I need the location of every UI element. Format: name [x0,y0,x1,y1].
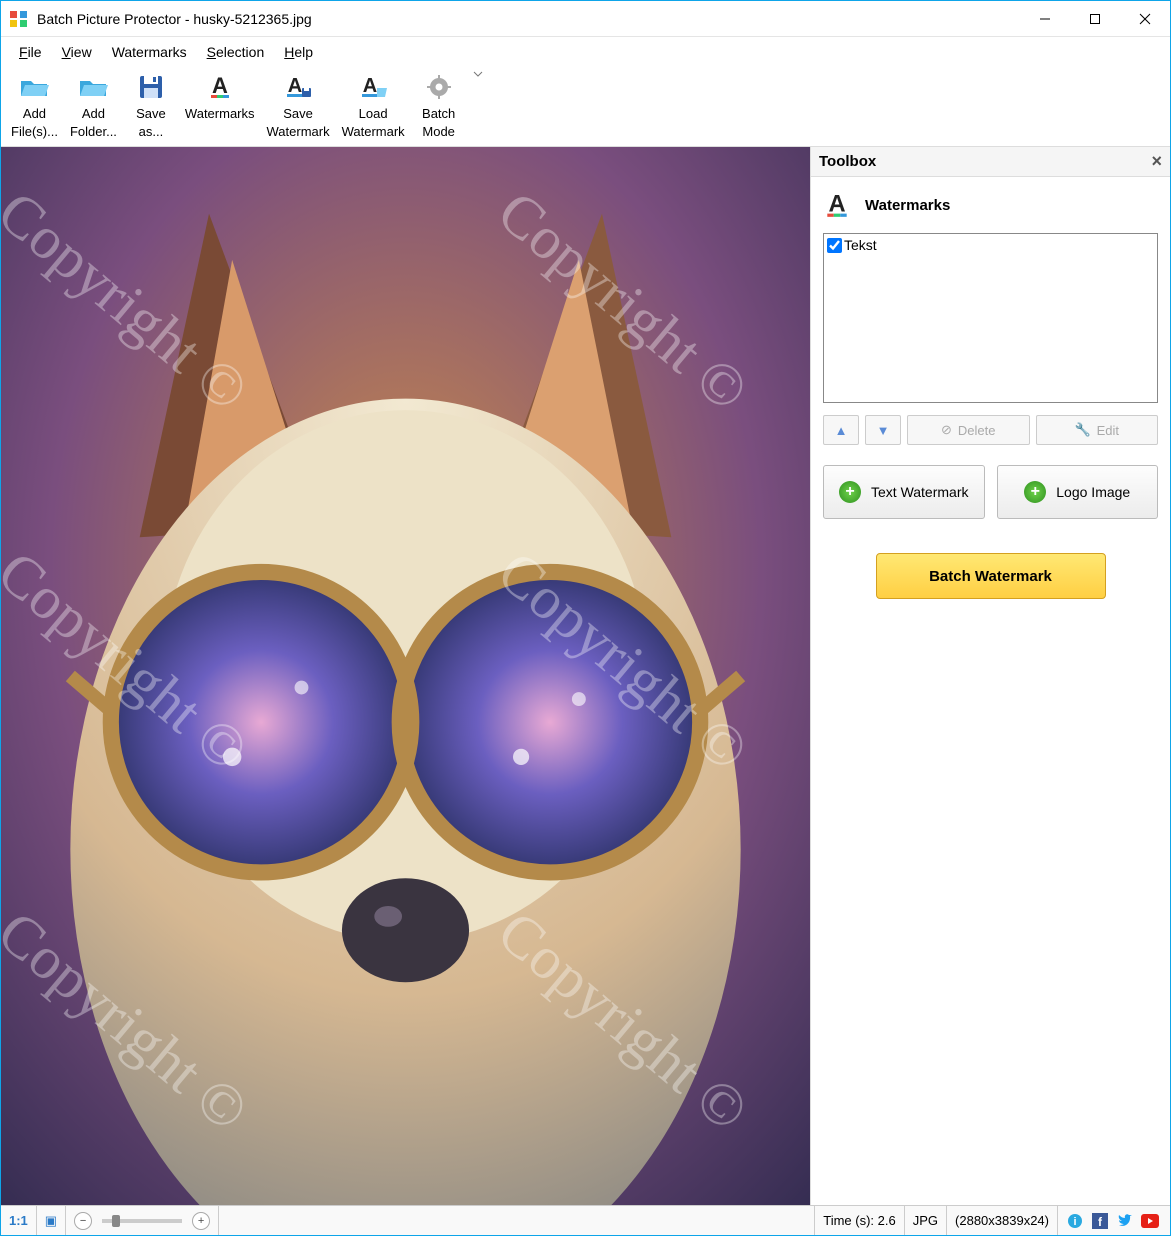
letter-a-icon: A [207,73,233,101]
text-watermark-button[interactable]: + Text Watermark [823,465,985,519]
chevron-up-icon: ▲ [835,423,848,438]
toolbox-title: Toolbox [819,153,876,170]
facebook-icon[interactable]: f [1091,1213,1109,1229]
svg-text:A: A [212,74,228,98]
move-up-button[interactable]: ▲ [823,415,859,445]
status-dimensions: (2880x3839x24) [947,1206,1058,1235]
zoom-out-button[interactable]: − [74,1212,92,1230]
menu-watermarks[interactable]: Watermarks [102,40,197,64]
info-icon[interactable]: i [1066,1213,1084,1229]
watermark-item-checkbox[interactable] [827,238,842,253]
folder-icon [78,73,108,101]
menu-file[interactable]: File [9,40,52,64]
statusbar: 1:1 ▣ − + Time (s): 2.6 JPG (2880x3839x2… [1,1205,1170,1235]
svg-text:i: i [1073,1216,1076,1228]
toolbox-close-icon[interactable]: × [1151,151,1162,172]
tool-save-watermark[interactable]: A Save Watermark [261,69,336,144]
titlebar: Batch Picture Protector - husky-5212365.… [1,1,1170,37]
watermark-item-label: Tekst [844,237,877,253]
window-title: Batch Picture Protector - husky-5212365.… [37,11,1020,27]
zoom-controls: − + [66,1206,219,1235]
menu-selection[interactable]: Selection [197,40,275,64]
content: Copyright © Copyright © Copyright © Copy… [1,147,1170,1205]
tool-watermarks[interactable]: A Watermarks [179,69,261,127]
menu-help[interactable]: Help [274,40,323,64]
watermark-list[interactable]: Tekst [823,233,1158,403]
svg-text:A: A [828,192,845,218]
edit-button[interactable]: 🔧Edit [1036,415,1159,445]
batch-watermark-button[interactable]: Batch Watermark [876,553,1106,599]
toolbox-panel: Toolbox × A Watermarks Tekst ▲ ▼ ⊘Delete… [810,147,1170,1205]
letter-a-save-icon: A [284,73,312,101]
toolbox-header: Toolbox × [811,147,1170,177]
svg-text:A: A [363,75,377,97]
zoom-in-button[interactable]: + [192,1212,210,1230]
chevron-down-icon: ▼ [877,423,890,438]
letter-a-load-icon: A [359,73,387,101]
zoom-slider[interactable] [102,1219,182,1223]
image-canvas[interactable]: Copyright © Copyright © Copyright © Copy… [1,147,810,1205]
tool-save-as[interactable]: Saveas... [123,69,179,144]
close-button[interactable] [1120,1,1170,37]
youtube-icon[interactable] [1141,1213,1159,1229]
status-time: Time (s): 2.6 [815,1206,904,1235]
tool-add-files[interactable]: Add File(s)... [5,69,64,144]
toolbar-overflow-icon[interactable] [473,69,483,85]
tool-load-watermark[interactable]: A Load Watermark [336,69,411,144]
app-icon [9,9,29,29]
fit-screen-button[interactable]: ▣ [37,1206,66,1235]
stop-icon: ⊘ [941,422,952,438]
social-links: i f [1058,1206,1170,1235]
menu-view[interactable]: View [52,40,102,64]
tool-add-folder[interactable]: Add Folder... [64,69,123,144]
zoom-ratio-button[interactable]: 1:1 [1,1206,37,1235]
tool-batch-mode[interactable]: Batch Mode [411,69,467,144]
gear-icon [427,73,451,101]
minimize-button[interactable] [1020,1,1070,37]
logo-image-button[interactable]: + Logo Image [997,465,1159,519]
letter-a-icon: A [823,191,851,219]
watermarks-section-title: Watermarks [865,197,950,214]
folder-open-icon [19,73,49,101]
plus-icon: + [1024,481,1046,503]
status-format: JPG [905,1206,947,1235]
status-spacer [219,1206,815,1235]
menubar: File View Watermarks Selection Help [1,37,1170,67]
plus-icon: + [839,481,861,503]
move-down-button[interactable]: ▼ [865,415,901,445]
delete-button[interactable]: ⊘Delete [907,415,1030,445]
twitter-icon[interactable] [1116,1213,1134,1229]
watermarks-section-header: A Watermarks [811,177,1170,233]
svg-text:A: A [288,75,302,97]
maximize-button[interactable] [1070,1,1120,37]
watermark-item[interactable]: Tekst [826,236,1155,254]
wrench-icon: 🔧 [1074,422,1090,438]
save-icon [138,73,164,101]
toolbar: Add File(s)... Add Folder... Saveas... A… [1,67,1170,147]
fit-icon: ▣ [45,1213,57,1229]
